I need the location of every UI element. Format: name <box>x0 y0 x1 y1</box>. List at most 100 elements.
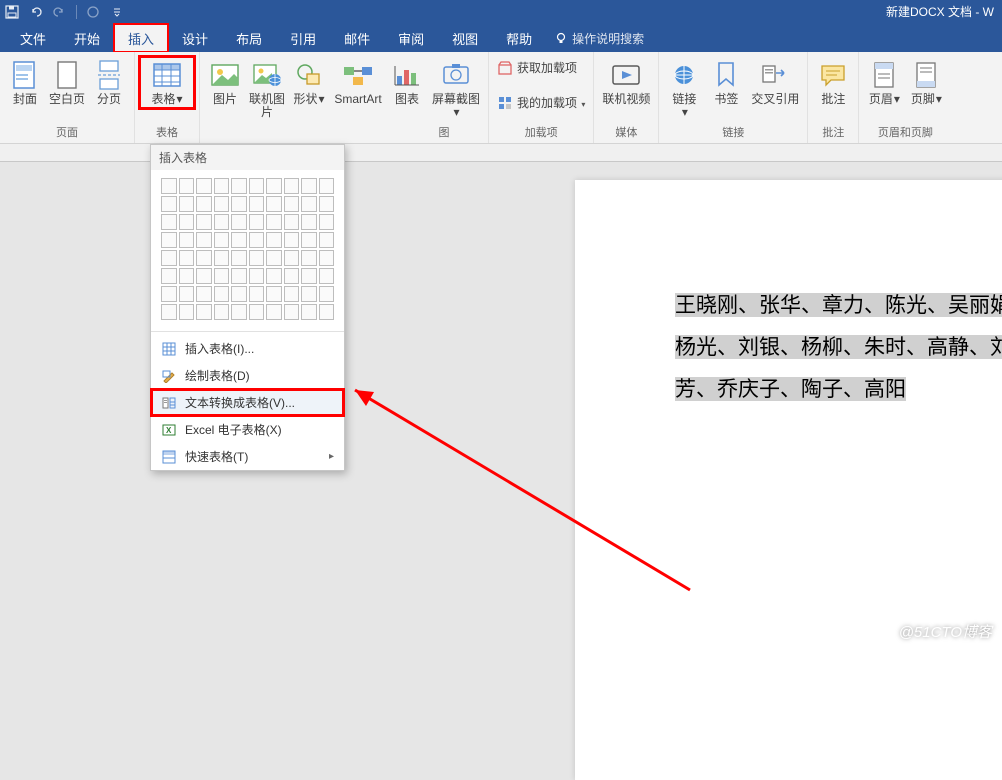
text-to-table-item[interactable]: 文本转换成表格(V)... <box>151 389 344 416</box>
online-pictures-button[interactable]: 联机图片 <box>246 56 288 122</box>
blank-page-icon <box>51 59 83 91</box>
quick-tables-icon <box>161 449 177 465</box>
tab-insert[interactable]: 插入 <box>114 24 168 52</box>
group-addins: 获取加载项 我的加载项 ▾ 加载项 <box>489 52 594 143</box>
tab-layout[interactable]: 布局 <box>222 24 276 52</box>
menu-separator <box>151 331 344 332</box>
my-addins-button[interactable]: 我的加载项 ▾ <box>495 93 587 112</box>
comment-label: 批注 <box>821 93 845 106</box>
get-addins-button[interactable]: 获取加载项 <box>495 58 587 77</box>
screenshot-button[interactable]: 屏幕截图▾ <box>428 56 484 122</box>
svg-text:X: X <box>166 426 172 435</box>
get-addins-label: 获取加载项 <box>517 59 577 76</box>
tell-me-search[interactable]: 操作说明搜索 <box>554 24 644 52</box>
online-video-icon <box>610 59 642 91</box>
shapes-icon <box>293 59 325 91</box>
blank-page-button[interactable]: 空白页 <box>46 56 88 109</box>
online-video-label: 联机视频 <box>602 93 650 106</box>
group-headerfooter: 页眉▾ 页脚▾ 页眉和页脚 <box>859 52 951 143</box>
tab-mailings[interactable]: 邮件 <box>330 24 384 52</box>
page-break-button[interactable]: 分页 <box>88 56 130 109</box>
smartart-button[interactable]: SmartArt <box>330 56 386 109</box>
lightbulb-icon <box>554 31 568 45</box>
quick-tables-item[interactable]: 快速表格(T) ▸ <box>151 443 344 470</box>
group-illustrations-label: 图 <box>200 122 488 143</box>
tab-references[interactable]: 引用 <box>276 24 330 52</box>
table-dropdown-menu: 插入表格 插入表格(I)... 绘制表格(D) 文本转换成表格(V)... X … <box>150 144 345 471</box>
link-button[interactable]: 链接▾ <box>663 56 705 122</box>
insert-table-icon <box>161 341 177 357</box>
draw-table-icon <box>161 368 177 384</box>
online-video-button[interactable]: 联机视频 <box>598 56 654 109</box>
group-pages-label: 页面 <box>0 122 134 143</box>
tab-home[interactable]: 开始 <box>60 24 114 52</box>
bookmark-icon <box>710 59 742 91</box>
save-icon[interactable] <box>4 4 20 20</box>
table-button[interactable]: 表格▾ <box>139 56 195 109</box>
watermark: @51CTO博客 <box>899 621 992 642</box>
group-headerfooter-label: 页眉和页脚 <box>859 122 951 143</box>
group-links: 链接▾ 书签 交叉引用 链接 <box>659 52 808 143</box>
chart-label: 图表 <box>395 93 419 106</box>
pictures-label: 图片 <box>213 93 237 106</box>
header-button[interactable]: 页眉▾ <box>863 56 905 109</box>
undo-icon[interactable] <box>28 4 44 20</box>
my-addins-label: 我的加载项 ▾ <box>517 94 585 111</box>
group-comments: 批注 批注 <box>808 52 859 143</box>
comment-icon <box>817 59 849 91</box>
link-icon <box>668 59 700 91</box>
header-icon <box>868 59 900 91</box>
qat-dropdown-icon[interactable] <box>109 4 125 20</box>
document-page[interactable]: 王晓刚、张华、章力、陈光、吴丽娟 杨光、刘银、杨柳、朱时、高静、刘 芳、乔庆子、… <box>575 180 1002 780</box>
online-pictures-icon <box>251 59 283 91</box>
cross-reference-button[interactable]: 交叉引用 <box>747 56 803 109</box>
group-pages: 封面 空白页 分页 页面 <box>0 52 135 143</box>
cross-ref-label: 交叉引用 <box>751 93 799 106</box>
page-break-label: 分页 <box>97 93 121 106</box>
text-line-1: 王晓刚、张华、章力、陈光、吴丽娟 <box>675 293 1002 317</box>
cover-page-label: 封面 <box>13 93 37 106</box>
ribbon-tabs: 文件 开始 插入 设计 布局 引用 邮件 审阅 视图 帮助 操作说明搜索 <box>0 24 1002 52</box>
text-line-3: 芳、乔庆子、陶子、高阳 <box>675 377 906 401</box>
tab-review[interactable]: 审阅 <box>384 24 438 52</box>
tab-help[interactable]: 帮助 <box>492 24 546 52</box>
document-title: 新建DOCX 文档 - W <box>886 3 994 20</box>
group-links-label: 链接 <box>659 122 807 143</box>
pictures-button[interactable]: 图片 <box>204 56 246 109</box>
smartart-label: SmartArt <box>334 93 381 106</box>
bookmark-label: 书签 <box>714 93 738 106</box>
group-tables-label: 表格 <box>135 122 199 143</box>
qat-separator <box>76 5 77 19</box>
tell-me-label: 操作说明搜索 <box>572 30 644 47</box>
redo-icon[interactable] <box>52 4 68 20</box>
footer-button[interactable]: 页脚▾ <box>905 56 947 109</box>
footer-icon <box>910 59 942 91</box>
title-bar: 新建DOCX 文档 - W <box>0 0 1002 24</box>
insert-table-item[interactable]: 插入表格(I)... <box>151 335 344 362</box>
cover-page-button[interactable]: 封面 <box>4 56 46 109</box>
group-addins-label: 加载项 <box>489 122 593 143</box>
draw-table-item[interactable]: 绘制表格(D) <box>151 362 344 389</box>
table-grid-picker[interactable] <box>151 170 344 328</box>
tab-design[interactable]: 设计 <box>168 24 222 52</box>
link-label: 链接▾ <box>672 93 696 119</box>
tab-view[interactable]: 视图 <box>438 24 492 52</box>
table-label: 表格▾ <box>151 93 182 106</box>
shapes-button[interactable]: 形状▾ <box>288 56 330 109</box>
ribbon: 封面 空白页 分页 页面 表格▾ 表格 图片 <box>0 52 1002 144</box>
table-menu-title: 插入表格 <box>151 145 344 170</box>
header-label: 页眉▾ <box>869 93 900 106</box>
text-line-2: 杨光、刘银、杨柳、朱时、高静、刘 <box>675 335 1002 359</box>
excel-spreadsheet-item[interactable]: X Excel 电子表格(X) <box>151 416 344 443</box>
tab-file[interactable]: 文件 <box>6 24 60 52</box>
comment-button[interactable]: 批注 <box>812 56 854 109</box>
bookmark-button[interactable]: 书签 <box>705 56 747 109</box>
group-media: 联机视频 媒体 <box>594 52 659 143</box>
group-tables: 表格▾ 表格 <box>135 52 200 143</box>
group-comments-label: 批注 <box>808 122 858 143</box>
chart-button[interactable]: 图表 <box>386 56 428 109</box>
document-text[interactable]: 王晓刚、张华、章力、陈光、吴丽娟 杨光、刘银、杨柳、朱时、高静、刘 芳、乔庆子、… <box>675 284 1002 410</box>
text-to-table-label: 文本转换成表格(V)... <box>185 394 295 411</box>
touch-mode-icon[interactable] <box>85 4 101 20</box>
quick-tables-label: 快速表格(T) <box>185 448 248 465</box>
